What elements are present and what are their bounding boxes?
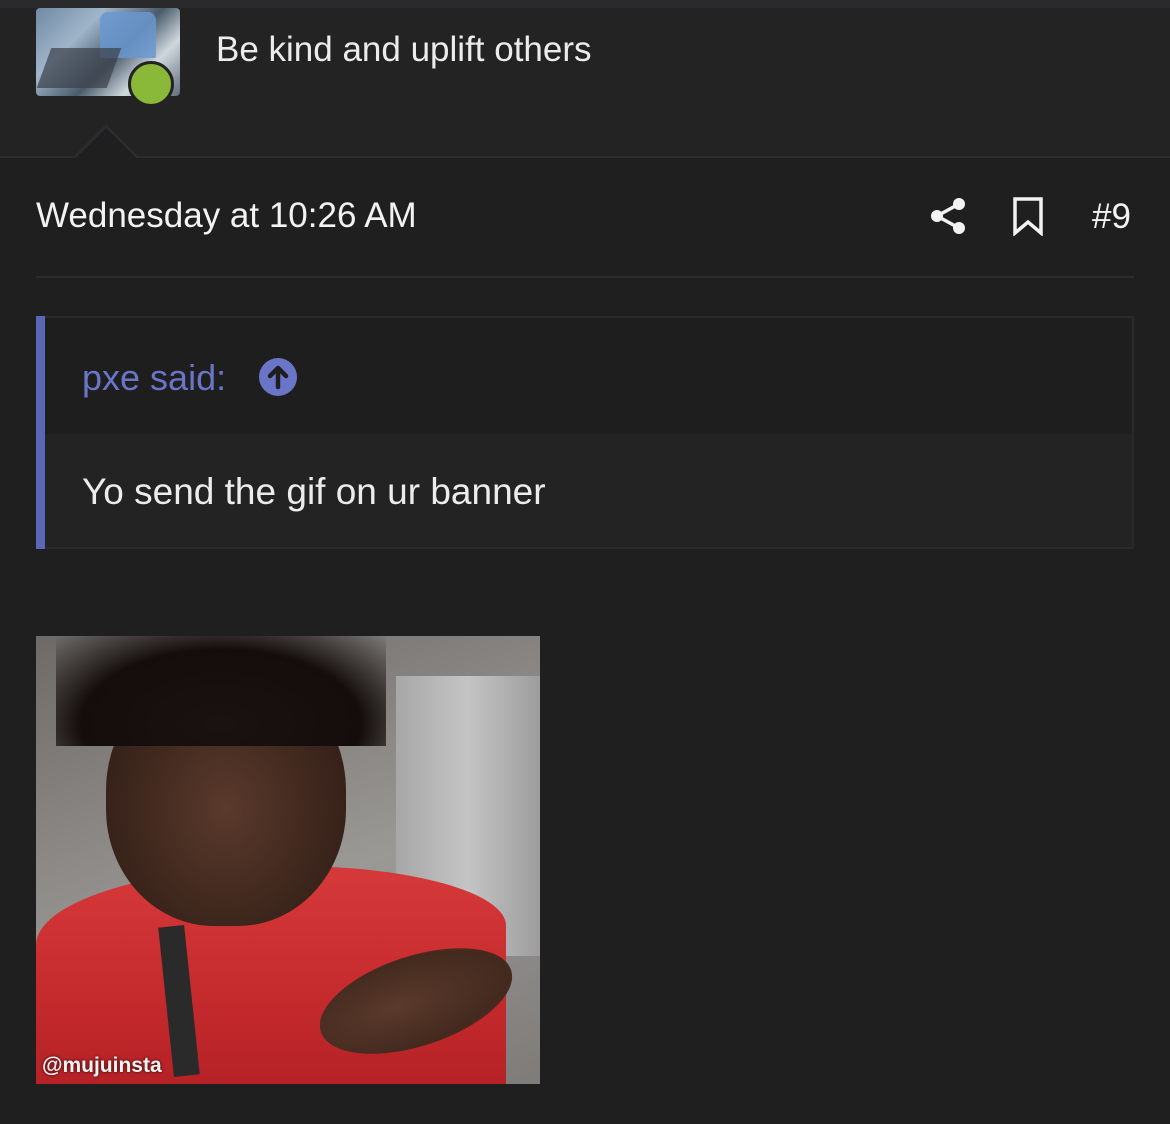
quote-author-link[interactable]: pxe said: [82, 357, 226, 399]
bookmark-icon[interactable] [1012, 196, 1044, 236]
arrow-up-circle-icon[interactable] [259, 358, 297, 396]
user-title: Be kind and uplift others [216, 30, 592, 69]
post-number-link[interactable]: #9 [1092, 197, 1131, 237]
online-status-indicator [128, 61, 174, 107]
divider [36, 276, 1134, 278]
gif-watermark: @mujuinsta [42, 1054, 162, 1077]
gif-hair [56, 636, 386, 746]
post-date[interactable]: Wednesday at 10:26 AM [36, 196, 417, 236]
quote-accent-bar [36, 316, 45, 549]
share-icon[interactable] [928, 196, 968, 236]
quote-text: Yo send the gif on ur banner [82, 471, 546, 512]
forum-post-page: Be kind and uplift others Wednesday at 1… [0, 0, 1170, 1124]
top-edge [0, 0, 1170, 8]
gif-attachment[interactable]: @mujuinsta [36, 636, 540, 1084]
